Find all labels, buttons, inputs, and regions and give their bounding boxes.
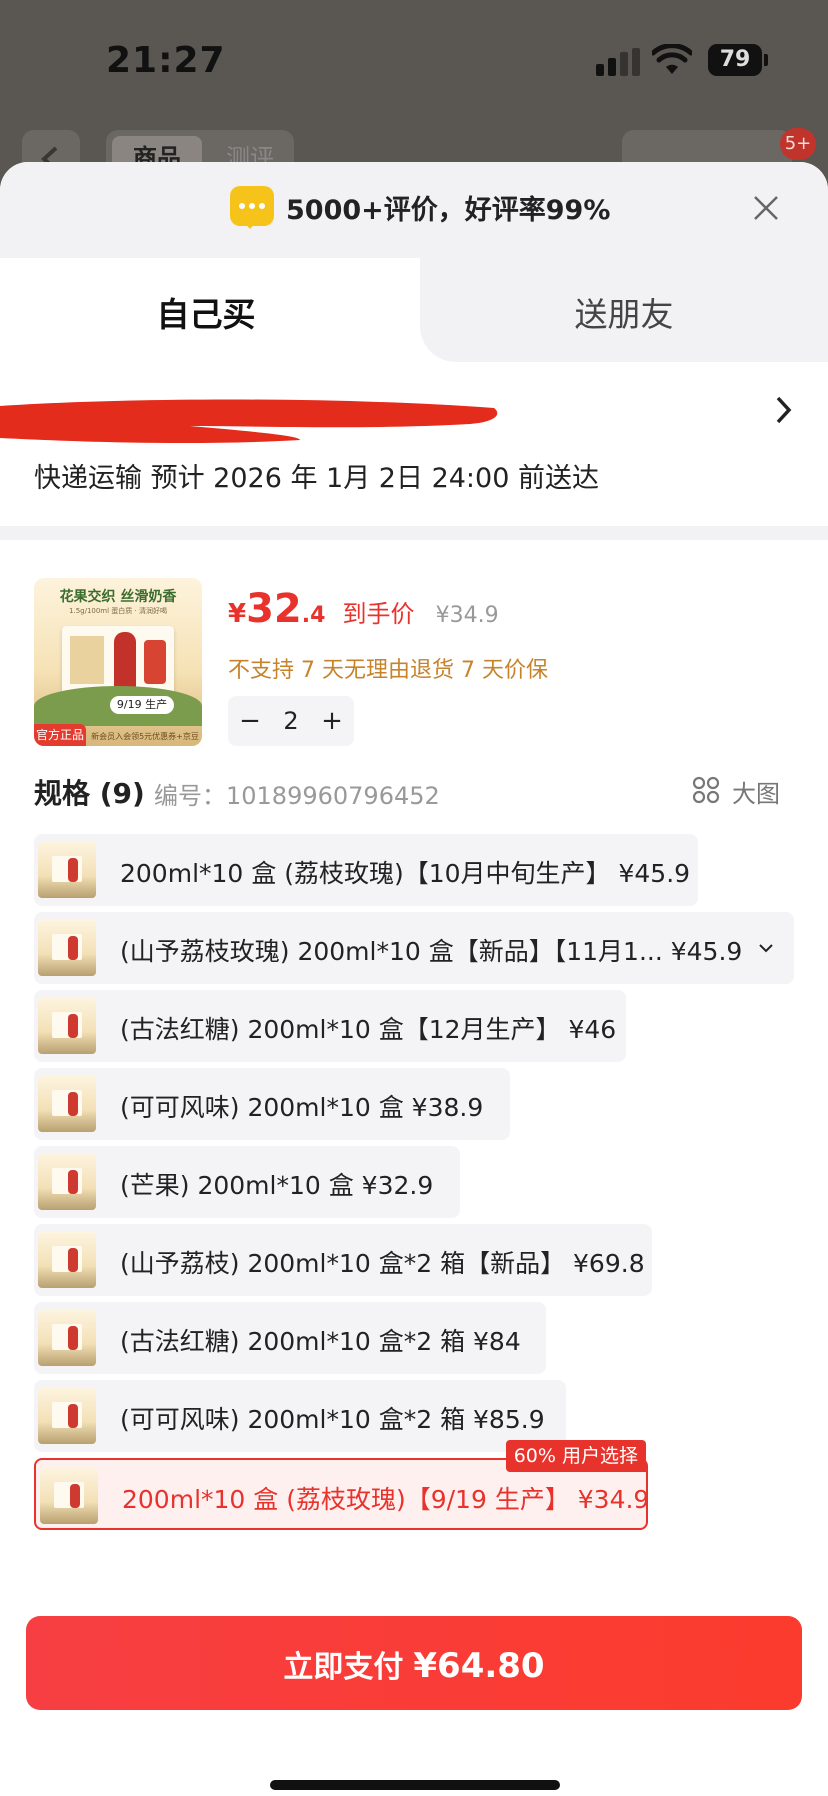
chat-bubble-icon	[230, 186, 274, 229]
popular-choice-badge: 60% 用户选择	[505, 1440, 646, 1472]
product-date-tag: 9/19 生产	[110, 696, 174, 714]
spec-option-label: (可可风味) 200ml*10 盒*2 箱 ¥85.9	[120, 1405, 545, 1434]
spec-thumbnail	[38, 1076, 96, 1132]
spec-option[interactable]: (古法红糖) 200ml*10 盒*2 箱 ¥84	[34, 1302, 546, 1374]
return-policy: 不支持 7 天无理由退货 7 天价保	[228, 658, 548, 683]
spec-option-label: (可可风味) 200ml*10 盒 ¥38.9	[120, 1093, 484, 1122]
product-carton-graphic	[144, 640, 166, 684]
address-section[interactable]: 快递运输 预计 2026 年 1月 2日 24:00 前送达	[0, 362, 828, 526]
grid-icon	[692, 776, 720, 804]
home-indicator[interactable]	[270, 1780, 560, 1790]
tab-gift-friend[interactable]: 送朋友	[420, 258, 828, 362]
chevron-down-icon[interactable]	[754, 934, 778, 962]
spec-title: 规格 (9)	[34, 777, 145, 810]
product-image[interactable]: 花果交织 丝滑奶香 1.5g/100ml 蛋白质 · 清润好喝 9/19 生产 …	[34, 578, 202, 746]
spec-option[interactable]: (可可风味) 200ml*10 盒 ¥38.9	[34, 1068, 510, 1140]
decrease-button[interactable]: −	[230, 696, 270, 746]
spec-thumbnail	[38, 842, 96, 898]
tab-self-label: 自己买	[156, 295, 256, 334]
spec-option-label: (山予荔枝玫瑰) 200ml*10 盒【新品】【11月1... ¥45.9	[120, 937, 743, 966]
price-currency: ¥	[228, 599, 247, 629]
chevron-right-icon[interactable]	[774, 394, 794, 426]
product-image-subtitle: 1.5g/100ml 蛋白质 · 清润好喝	[69, 607, 167, 615]
purchase-sheet: 5000+评价，好评率99% 自己买 送朋友 快递运输 预计 2026 年 1月…	[0, 162, 828, 1796]
big-view-label: 大图	[732, 780, 780, 808]
pay-now-button[interactable]: 立即支付 ¥64.80	[26, 1616, 802, 1710]
spec-thumbnail	[38, 1388, 96, 1444]
status-time: 21:27	[106, 40, 226, 81]
product-code: 编号：10189960796452	[154, 782, 440, 810]
spec-option[interactable]: (芒果) 200ml*10 盒 ¥32.9	[34, 1146, 460, 1218]
delivery-estimate: 快递运输 预计 2026 年 1月 2日 24:00 前送达	[34, 463, 599, 494]
sheet-header: 5000+评价，好评率99%	[0, 162, 828, 258]
increase-button[interactable]: +	[312, 696, 352, 746]
spec-option[interactable]: (可可风味) 200ml*10 盒*2 箱 ¥85.9	[34, 1380, 566, 1452]
spec-thumbnail	[38, 1154, 96, 1210]
cellular-signal-icon	[596, 48, 640, 76]
cart-badge: 5+	[780, 128, 816, 160]
spec-thumbnail	[38, 1310, 96, 1366]
spec-thumbnail	[38, 920, 96, 976]
spec-thumbnail	[40, 1468, 98, 1524]
spec-option-label: 200ml*10 盒 (荔枝玫瑰)【9/19 生产】 ¥34.9	[122, 1485, 650, 1514]
price-row: ¥32.4 到手价 ¥34.9	[228, 586, 499, 636]
price-integer: 32	[246, 586, 302, 632]
spec-option-label: (芒果) 200ml*10 盒 ¥32.9	[120, 1171, 434, 1200]
quantity-value[interactable]: 2	[270, 696, 312, 746]
battery-tip	[764, 54, 768, 66]
pay-button-label: 立即支付	[283, 1650, 404, 1685]
section-divider	[0, 526, 828, 540]
spec-option-selected[interactable]: 200ml*10 盒 (荔枝玫瑰)【9/19 生产】 ¥34.9 60% 用户选…	[34, 1440, 650, 1530]
product-promo-text: 新会员入会领5元优惠券+京豆*20	[91, 732, 199, 741]
original-price: ¥34.9	[435, 603, 499, 628]
battery-level: 79	[708, 44, 762, 76]
status-bar: 21:27 79	[0, 0, 828, 130]
spec-option[interactable]: 200ml*10 盒 (荔枝玫瑰)【10月中旬生产】 ¥45.9	[34, 834, 698, 906]
final-price-label: 到手价	[342, 600, 415, 628]
official-badge: 官方正品	[34, 724, 86, 746]
pay-bar: 立即支付 ¥64.80	[0, 1602, 828, 1796]
spec-option-label: 200ml*10 盒 (荔枝玫瑰)【10月中旬生产】 ¥45.9	[120, 859, 691, 888]
tab-gift-label: 送朋友	[574, 295, 674, 334]
tab-buy-for-self[interactable]: 自己买	[0, 258, 420, 362]
pay-amount: ¥64.80	[413, 1646, 545, 1686]
close-icon[interactable]	[752, 194, 780, 222]
price-decimal: .4	[301, 603, 326, 628]
spec-option[interactable]: (山予荔枝) 200ml*10 盒*2 箱【新品】 ¥69.8	[34, 1224, 652, 1296]
spec-thumbnail	[38, 1232, 96, 1288]
spec-option[interactable]: (山予荔枝玫瑰) 200ml*10 盒【新品】【11月1... ¥45.9	[34, 912, 794, 984]
redaction-mark	[0, 399, 498, 444]
spec-option-label: (古法红糖) 200ml*10 盒【12月生产】 ¥46	[120, 1015, 617, 1044]
spec-thumbnail	[38, 998, 96, 1054]
spec-option[interactable]: (古法红糖) 200ml*10 盒【12月生产】 ¥46	[34, 990, 626, 1062]
wifi-icon	[652, 44, 692, 74]
spec-option-label: (古法红糖) 200ml*10 盒*2 箱 ¥84	[120, 1327, 521, 1356]
rating-summary[interactable]: 5000+评价，好评率99%	[286, 188, 610, 227]
quantity-stepper: − 2 +	[228, 696, 354, 746]
spec-option-label: (山予荔枝) 200ml*10 盒*2 箱【新品】 ¥69.8	[120, 1249, 645, 1278]
product-image-title: 花果交织 丝滑奶香	[59, 589, 177, 605]
